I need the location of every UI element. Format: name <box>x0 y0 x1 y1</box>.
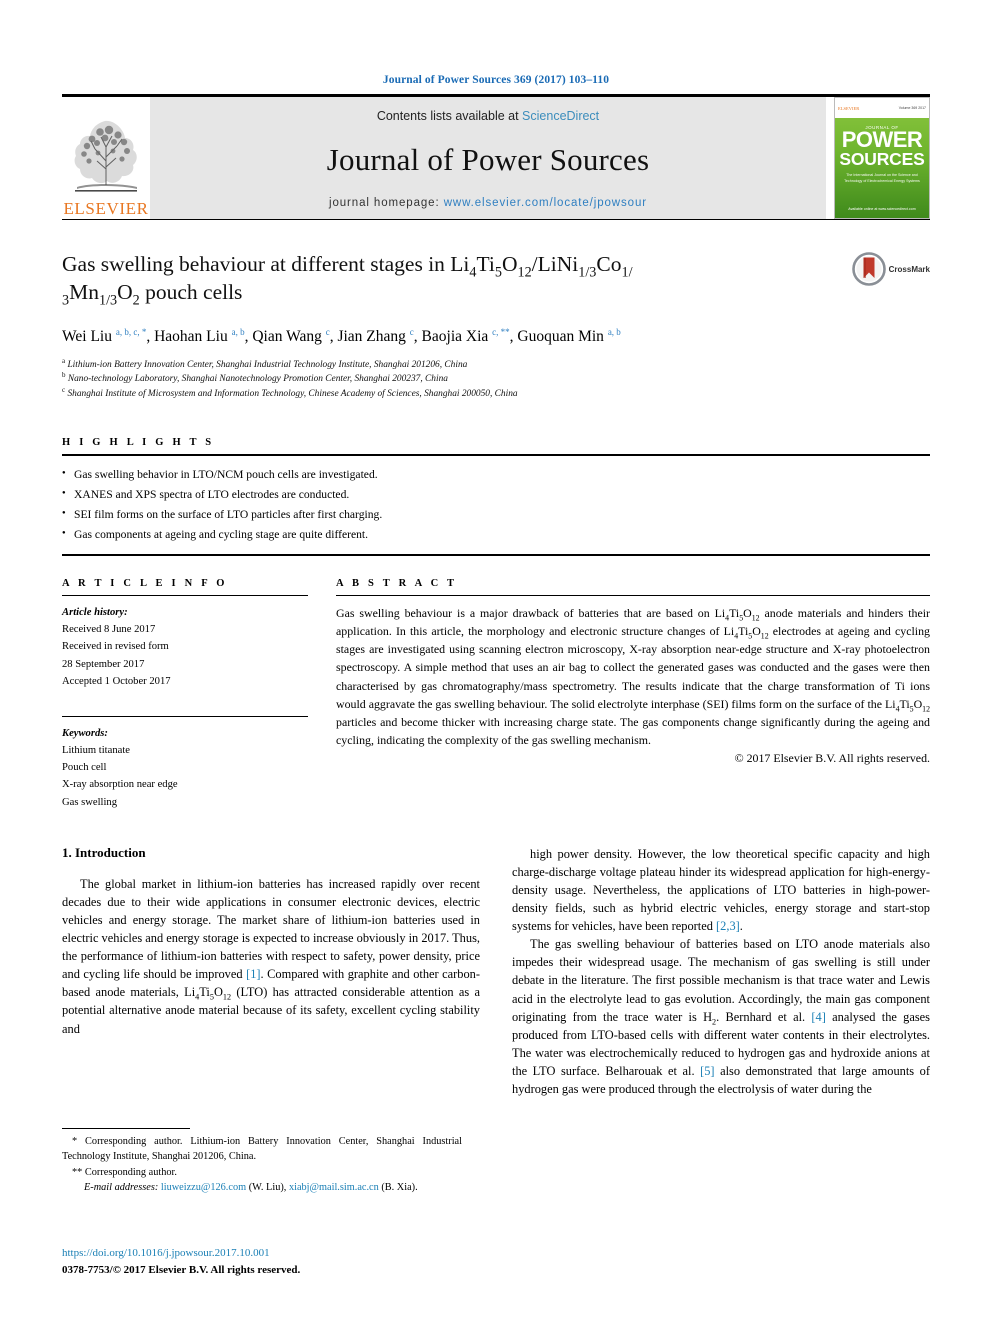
affiliation-item: c Shanghai Institute of Microsystem and … <box>62 385 930 402</box>
body-columns: 1. Introduction The global market in lit… <box>62 845 930 1099</box>
affiliation-text: Nano-technology Laboratory, Shanghai Nan… <box>67 374 448 385</box>
cover-subtitle: The International Journal on the Science… <box>844 173 920 183</box>
keywords-label: Keywords: <box>62 727 108 739</box>
abstract-text: Gas swelling behaviour is a major drawba… <box>336 606 930 747</box>
elsevier-tree-icon <box>74 120 137 192</box>
affiliation-text: Lithium-ion Battery Innovation Center, S… <box>67 359 468 370</box>
highlight-item: Gas components at ageing and cycling sta… <box>62 525 930 545</box>
contents-prefix: Contents lists available at <box>376 109 523 123</box>
contents-available-line: Contents lists available at ScienceDirec… <box>377 109 599 123</box>
email-owner-1: (W. Liu) <box>248 1182 284 1194</box>
body-column-left: 1. Introduction The global market in lit… <box>62 845 480 1099</box>
running-head: Journal of Power Sources 369 (2017) 103–… <box>382 74 610 86</box>
doi-block: https://doi.org/10.1016/j.jpowsour.2017.… <box>62 1245 300 1278</box>
keyword-item: Gas swelling <box>62 796 118 808</box>
crossmark-badge[interactable]: CrossMark <box>851 252 930 286</box>
body-paragraph: The global market in lithium-ion batteri… <box>62 876 480 1036</box>
keyword-item: Lithium titanate <box>62 745 130 757</box>
article-page: Journal of Power Sources 369 (2017) 103–… <box>0 0 992 1323</box>
article-history-line: Accepted 1 October 2017 <box>62 675 171 687</box>
page-title: Gas swelling behaviour at different stag… <box>62 252 633 309</box>
abstract-column: A B S T R A C T Gas swelling behaviour i… <box>336 578 930 811</box>
cover-title-line2: SOURCES <box>839 148 925 169</box>
email-addresses-note: E-mail addresses: liuweizzu@126.com (W. … <box>84 1182 418 1194</box>
body-paragraph: high power density. However, the low the… <box>512 846 930 934</box>
masthead-center-panel: Contents lists available at ScienceDirec… <box>150 97 826 219</box>
keyword-item: X-ray absorption near edge <box>62 779 178 791</box>
journal-cover-thumbnail: ELSEVIER Volume 369 2017 JOURNAL OF POWE… <box>834 97 930 219</box>
crossmark-label: CrossMark <box>888 264 930 274</box>
email-link-1[interactable]: liuweizzu@126.com <box>161 1182 246 1193</box>
title-block: CrossMark Gas swelling behaviour at diff… <box>62 250 930 401</box>
article-history-line: 28 September 2017 <box>62 658 145 670</box>
corresponding-author-note-2: ** Corresponding author. <box>72 1166 177 1178</box>
affiliation-list: a Lithium-ion Battery Innovation Center,… <box>62 356 930 402</box>
article-info-column: A R T I C L E I N F O Article history: R… <box>62 578 308 811</box>
journal-masthead: ELSEVIER Contents lists available at Sci… <box>62 97 930 219</box>
affiliation-item: a Lithium-ion Battery Innovation Center,… <box>62 356 930 373</box>
issn-copyright-line: 0378-7753/© 2017 Elsevier B.V. All right… <box>62 1263 301 1276</box>
cover-title-line1: POWER <box>841 127 923 152</box>
highlight-item: Gas swelling behavior in LTO/NCM pouch c… <box>62 465 930 485</box>
email-owner-2: (B. Xia) <box>381 1182 416 1194</box>
article-history-block: Article history: Received 8 June 2017 Re… <box>62 596 308 690</box>
body-paragraph: The gas swelling behaviour of batteries … <box>512 937 931 1097</box>
highlight-item: XANES and XPS spectra of LTO electrodes … <box>62 485 930 505</box>
sciencedirect-link[interactable]: ScienceDirect <box>522 109 599 123</box>
homepage-prefix: journal homepage: <box>329 197 444 209</box>
corresponding-author-note-1: * Corresponding author. Lithium-ion Batt… <box>62 1136 462 1163</box>
journal-homepage-line: journal homepage: www.elsevier.com/locat… <box>329 197 647 209</box>
author-list: Wei Liu a, b, c, *, Haohan Liu a, b, Qia… <box>62 326 621 345</box>
article-history-label: Article history: <box>62 607 128 619</box>
affiliation-marker: b <box>62 371 66 380</box>
article-info-heading: A R T I C L E I N F O <box>62 578 228 590</box>
abstract-copyright: © 2017 Elsevier B.V. All rights reserved… <box>734 750 930 765</box>
highlight-item: SEI film forms on the surface of LTO par… <box>62 505 930 525</box>
keywords-block: Keywords: Lithium titanate Pouch cell X-… <box>62 717 308 811</box>
highlights-list: Gas swelling behavior in LTO/NCM pouch c… <box>62 456 930 554</box>
doi-link[interactable]: https://doi.org/10.1016/j.jpowsour.2017.… <box>62 1245 300 1262</box>
elsevier-wordmark: ELSEVIER <box>63 199 149 218</box>
section-heading-introduction: 1. Introduction <box>62 844 146 860</box>
article-history-line: Received 8 June 2017 <box>62 624 156 636</box>
journal-title: Journal of Power Sources <box>326 142 650 177</box>
affiliation-marker: a <box>62 356 66 365</box>
affiliation-marker: c <box>62 385 66 394</box>
footnotes-block: * Corresponding author. Lithium-ion Batt… <box>62 1128 462 1196</box>
elsevier-logo: ELSEVIER <box>62 97 150 219</box>
highlights-bottom-rule <box>62 554 930 557</box>
highlights-heading: H I G H L I G H T S <box>62 437 215 449</box>
email-link-2[interactable]: xiabj@mail.sim.ac.cn <box>289 1182 379 1193</box>
cover-elsevier-mark: ELSEVIER <box>838 105 860 111</box>
masthead-bottom-rule <box>62 219 930 220</box>
footnote-rule <box>62 1128 190 1129</box>
abstract-heading: A B S T R A C T <box>336 578 458 590</box>
highlights-section: H I G H L I G H T S Gas swelling behavio… <box>62 437 930 557</box>
homepage-url-link[interactable]: www.elsevier.com/locate/jpowsour <box>444 197 647 209</box>
keyword-item: Pouch cell <box>62 762 107 774</box>
email-addresses-label: E-mail addresses: <box>84 1182 159 1194</box>
info-abstract-row: A R T I C L E I N F O Article history: R… <box>62 578 930 811</box>
cover-issue-label: Volume 369 2017 <box>898 106 926 110</box>
affiliation-text: Shanghai Institute of Microsystem and In… <box>67 388 518 399</box>
crossmark-icon <box>851 252 886 286</box>
body-column-right: high power density. However, the low the… <box>512 845 930 1099</box>
affiliation-item: b Nano-technology Laboratory, Shanghai N… <box>62 372 930 387</box>
article-history-line: Received in revised form <box>62 641 169 653</box>
cover-footer-text: Available online at www.sciencedirect.co… <box>848 206 916 211</box>
